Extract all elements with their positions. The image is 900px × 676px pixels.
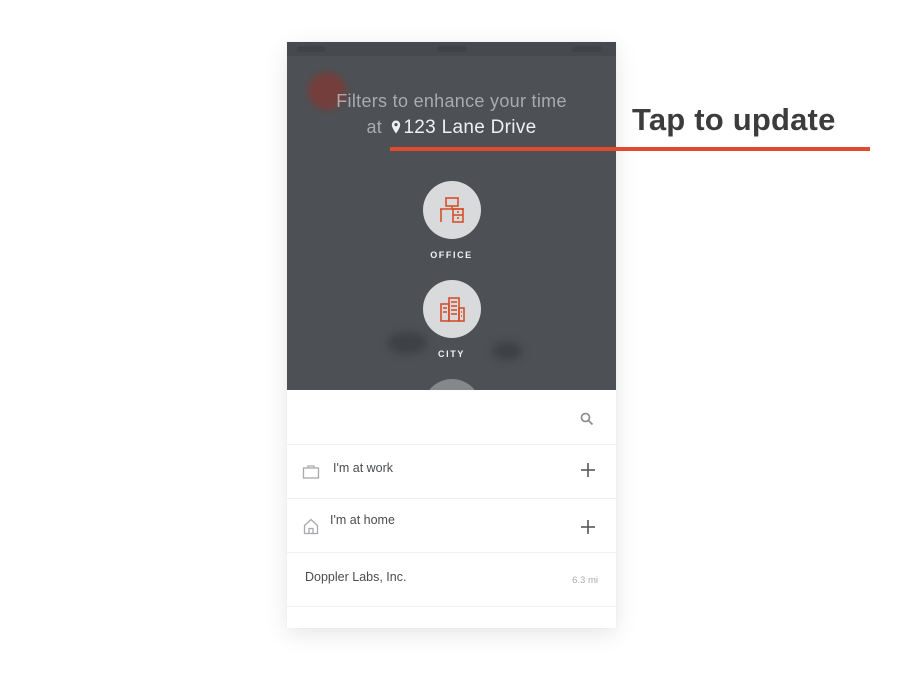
filter-next-peek[interactable] <box>423 379 481 390</box>
filter-city-button[interactable] <box>422 280 481 338</box>
places-list: I'm at work I'm at home Doppler Labs, In… <box>287 390 616 607</box>
filter-office-button[interactable] <box>422 181 481 239</box>
list-item-label: Doppler Labs, Inc. <box>305 570 407 584</box>
filter-office[interactable]: OFFICE <box>287 181 616 260</box>
filter-office-label: OFFICE <box>430 250 473 260</box>
plus-icon[interactable] <box>580 519 596 535</box>
annotation-underline <box>390 147 870 151</box>
filters-overlay: Filters to enhance your time at 123 Lane… <box>287 42 616 390</box>
city-building-icon <box>439 297 465 322</box>
home-icon <box>303 518 319 535</box>
search-icon[interactable] <box>580 412 594 426</box>
location-line[interactable]: at 123 Lane Drive <box>287 114 616 141</box>
filter-city-label: CITY <box>438 349 465 359</box>
plus-icon[interactable] <box>580 462 596 478</box>
annotation-callout: Tap to update <box>632 102 836 137</box>
distance-label: 6.3 mi <box>572 575 598 586</box>
headline-text: Filters to enhance your time <box>336 91 567 111</box>
office-desk-icon <box>439 197 464 223</box>
location-pin-icon <box>392 120 401 134</box>
search-row[interactable] <box>287 390 616 445</box>
list-item-label: I'm at home <box>330 513 395 527</box>
location-address[interactable]: 123 Lane Drive <box>403 117 536 138</box>
stage: Filters to enhance your time at 123 Lane… <box>0 0 900 676</box>
briefcase-icon <box>302 465 320 479</box>
phone-screen: Filters to enhance your time at 123 Lane… <box>287 42 616 628</box>
filter-city[interactable]: CITY <box>287 280 616 359</box>
list-item-label: I'm at work <box>333 461 394 475</box>
list-item-place[interactable]: Doppler Labs, Inc. 6.3 mi <box>287 553 616 607</box>
list-item-home[interactable]: I'm at home <box>287 499 616 553</box>
overlay-headline: Filters to enhance your time at 123 Lane… <box>287 88 616 141</box>
list-item-work[interactable]: I'm at work <box>287 445 616 499</box>
dimmed-status-bar <box>287 42 616 56</box>
headline-at: at <box>366 117 383 137</box>
